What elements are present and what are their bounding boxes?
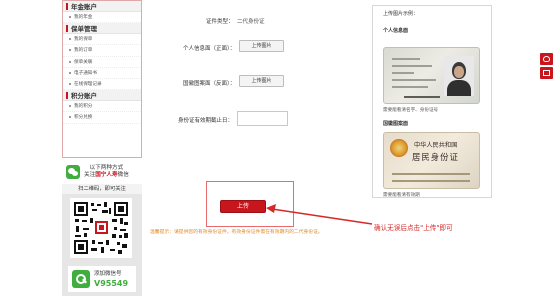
sidebar-item-label: 积分兑换	[74, 115, 93, 121]
cert-type-value: 二代身份证	[237, 19, 265, 25]
back-upload-button[interactable]: 上传图片	[239, 75, 284, 87]
national-emblem-icon	[390, 139, 408, 157]
sidebar-item-policy-link[interactable]: 保单关联	[63, 57, 141, 68]
hotline-text: 添加微信号 V95549	[94, 270, 128, 288]
idcard-back-image: 中华人民共和国 居民身份证	[383, 132, 480, 189]
qq-icon[interactable]	[540, 53, 553, 65]
qr-title: 扫二维码，即可关注	[62, 184, 142, 194]
bullet-icon	[69, 116, 71, 119]
promo-brand: 国宁人寿	[95, 172, 118, 178]
idcard-front-image	[383, 47, 480, 104]
sidebar-item-my-annuity[interactable]: 我的年金	[63, 12, 141, 24]
example-front-note: 需要能看清名字、身份证号	[383, 108, 439, 113]
card-back-line1: 中华人民共和国	[414, 142, 458, 149]
bullet-icon	[69, 83, 71, 86]
account-sidebar: 年金账户 我的年金 保单管理 我的保单 我的订单 保单关联 电子通知书 在线保理…	[62, 0, 142, 158]
promo-line2: 关注国宁人寿微信	[84, 172, 129, 179]
sidebar-item-e-notice[interactable]: 电子通知书	[63, 68, 141, 79]
sidebar-section-policy[interactable]: 保单管理	[63, 23, 141, 35]
sidebar-item-label: 我的年金	[74, 15, 93, 21]
wechat-icon	[66, 165, 80, 179]
upload-submit-button[interactable]: 上传	[220, 200, 266, 213]
qr-code-icon	[74, 202, 128, 254]
bullet-icon	[69, 16, 71, 19]
bullet-icon	[69, 60, 71, 63]
expiry-date-label: 身份证有效期截止日：	[178, 118, 234, 124]
sidebar-item-online-records[interactable]: 在线保理记录	[63, 79, 141, 91]
sidebar-item-my-points[interactable]: 我的积分	[63, 101, 141, 113]
sidebar-section-annuity[interactable]: 年金账户	[63, 1, 141, 12]
promo-line1: 以下两种方式	[89, 165, 124, 171]
back-upload-label: 国徽图案面（反面）：	[183, 81, 236, 87]
sidebar-section-title: 年金账户	[71, 3, 97, 11]
section-marker	[66, 91, 68, 99]
sidebar-item-my-orders[interactable]: 我的订单	[63, 45, 141, 57]
sidebar-section-title: 积分账户	[71, 92, 97, 101]
callout-text: 确认无误后点击"上传"即可	[374, 224, 453, 232]
hotline-number: V95549	[94, 279, 129, 288]
bullet-icon	[69, 71, 71, 74]
section-marker	[66, 24, 68, 32]
sidebar-section-title: 保单管理	[71, 25, 97, 34]
promo-line2-suffix: 微信	[117, 172, 129, 178]
front-upload-label: 个人信息面（正面）：	[183, 46, 236, 52]
promo-text: 以下两种方式 关注国宁人寿微信	[84, 165, 129, 179]
sidebar-item-label: 我的积分	[74, 104, 93, 110]
promo-header: 以下两种方式 关注国宁人寿微信	[62, 162, 142, 182]
sidebar-item-label: 保单关联	[74, 59, 93, 65]
sidebar-item-label: 在线保理记录	[74, 82, 102, 88]
mail-icon[interactable]	[540, 67, 553, 79]
example-back-title: 国徽图案面	[383, 121, 409, 127]
sidebar-item-label: 电子通知书	[74, 70, 97, 76]
example-title: 上传图片示例：	[383, 11, 419, 17]
sidebar-item-my-policy[interactable]: 我的保单	[63, 34, 141, 46]
section-marker	[66, 2, 68, 10]
phone-icon	[72, 270, 90, 288]
bullet-icon	[69, 38, 71, 41]
upload-example-panel: 上传图片示例： 个人信息面 需要能看清名字、身份证号 国徽图案面 中华人民共和国…	[372, 5, 492, 198]
card-back-line2: 居民身份证	[412, 152, 459, 162]
example-back-note: 需要能看清有效期	[383, 193, 420, 198]
promo-line2-prefix: 关注	[84, 172, 96, 178]
qr-panel: 扫二维码，即可关注 添加微信号 V95549	[62, 184, 142, 296]
example-front-title: 个人信息面	[383, 28, 409, 34]
cert-type-label: 证件类型：	[206, 19, 234, 25]
front-upload-button[interactable]: 上传图片	[239, 40, 284, 52]
hotline-label: 添加微信号	[94, 271, 122, 277]
wechat-promo: 以下两种方式 关注国宁人寿微信 扫二维码，即可关注 添加微信号 V95549	[62, 162, 142, 296]
qr-code	[70, 198, 132, 258]
expiry-date-input[interactable]	[237, 111, 288, 126]
sidebar-item-label: 我的订单	[74, 48, 93, 54]
sidebar-section-points[interactable]: 积分账户	[63, 90, 141, 102]
sidebar-item-points-redeem[interactable]: 积分兑换	[63, 112, 141, 124]
bullet-icon	[69, 49, 71, 52]
sidebar-item-label: 我的保单	[74, 37, 93, 43]
bullet-icon	[69, 105, 71, 108]
hotline-box: 添加微信号 V95549	[68, 266, 136, 292]
callout-arrow-icon	[266, 204, 373, 225]
id-photo	[444, 56, 474, 96]
